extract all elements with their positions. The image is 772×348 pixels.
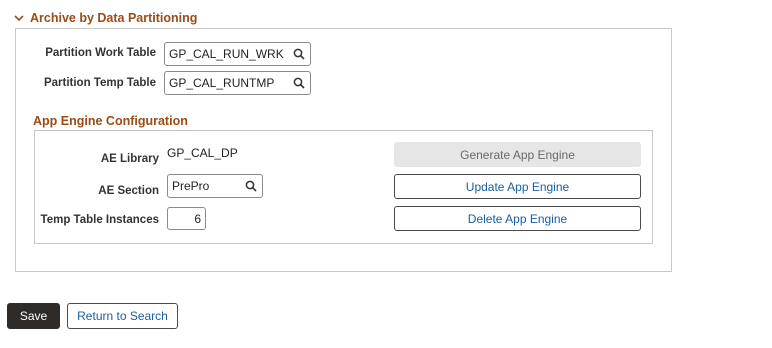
ae-library-label: AE Library bbox=[100, 153, 159, 165]
search-icon[interactable] bbox=[288, 43, 310, 65]
temp-table-instances-label: Temp Table Instances bbox=[40, 214, 159, 226]
return-to-search-button[interactable]: Return to Search bbox=[67, 303, 178, 329]
section-header-archive[interactable]: Archive by Data Partitioning bbox=[13, 9, 197, 27]
section-title: Archive by Data Partitioning bbox=[30, 11, 198, 25]
ae-section-field[interactable]: PrePro bbox=[167, 174, 263, 198]
partition-work-table-field[interactable]: GP_CAL_RUN_WRK bbox=[164, 42, 311, 66]
partition-temp-table-label: Partition Temp Table bbox=[43, 77, 156, 89]
chevron-down-icon[interactable] bbox=[13, 12, 25, 24]
partition-temp-table-field[interactable]: GP_CAL_RUNTMP bbox=[164, 71, 311, 95]
partition-temp-table-value: GP_CAL_RUNTMP bbox=[169, 76, 275, 90]
update-app-engine-button[interactable]: Update App Engine bbox=[394, 174, 641, 199]
temp-table-instances-field[interactable]: 6 bbox=[167, 207, 206, 230]
delete-app-engine-button[interactable]: Delete App Engine bbox=[394, 206, 641, 231]
app-engine-config-title: App Engine Configuration bbox=[33, 114, 188, 128]
ae-section-label: AE Section bbox=[98, 185, 159, 197]
search-icon[interactable] bbox=[288, 72, 310, 94]
generate-app-engine-button[interactable]: Generate App Engine bbox=[394, 142, 641, 167]
search-icon[interactable] bbox=[240, 175, 262, 197]
ae-section-value: PrePro bbox=[172, 179, 210, 193]
save-button[interactable]: Save bbox=[7, 303, 60, 329]
ae-library-value: GP_CAL_DP bbox=[167, 146, 238, 160]
partition-work-table-value: GP_CAL_RUN_WRK bbox=[169, 47, 284, 61]
partition-work-table-label: Partition Work Table bbox=[45, 47, 156, 59]
